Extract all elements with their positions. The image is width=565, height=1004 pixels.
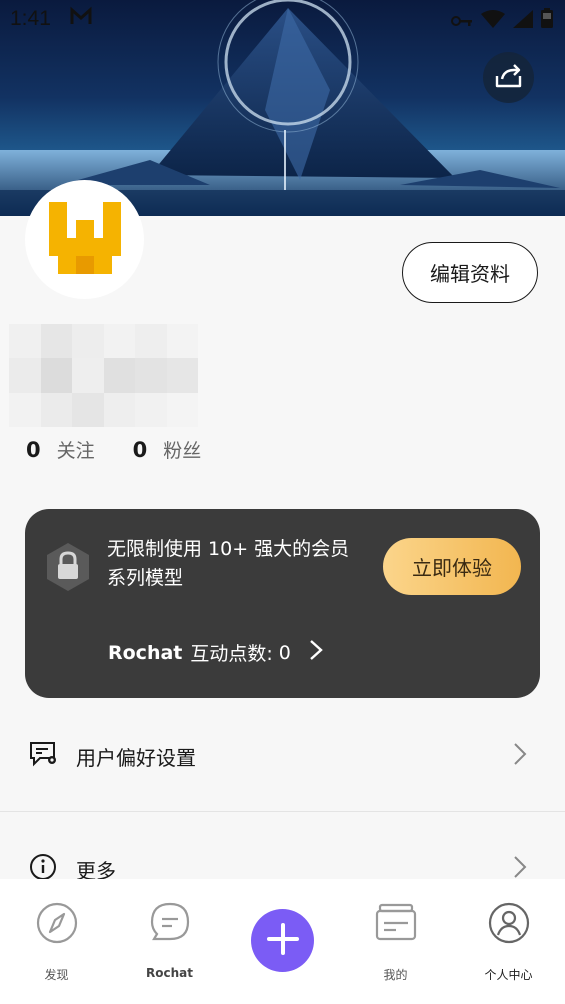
status-time: 1:41 (10, 7, 51, 30)
tab-discover[interactable]: 发现 (0, 879, 113, 1004)
tab-label: 个人中心 (484, 968, 533, 982)
gmail-icon (70, 6, 92, 33)
status-icons (451, 8, 553, 33)
points-label: 互动点数: (190, 643, 273, 665)
menu-label: 用户偏好设置 (76, 745, 196, 770)
interaction-points-row[interactable]: Rochat 互动点数: 0 (108, 639, 323, 666)
wifi-icon (481, 9, 505, 33)
vpn-key-icon (451, 9, 473, 33)
avatar[interactable] (25, 180, 144, 299)
tab-label: 我的 (383, 968, 408, 982)
app-logo-icon (48, 201, 121, 278)
signal-icon (513, 9, 533, 33)
following-label[interactable]: 关注 (57, 436, 95, 463)
tab-mine[interactable]: 我的 (339, 879, 452, 1004)
preferences-icon (28, 740, 60, 772)
share-button[interactable] (483, 52, 534, 103)
status-bar: 1:41 (0, 0, 565, 38)
tab-rochat[interactable]: Rochat (113, 879, 226, 1004)
followers-label[interactable]: 粉丝 (163, 436, 201, 463)
create-button[interactable] (251, 909, 314, 972)
username-blurred (9, 324, 198, 427)
tab-profile[interactable]: 个人中心 (452, 879, 565, 1004)
following-count[interactable]: 0 (26, 438, 41, 462)
cards-icon (374, 901, 418, 949)
chevron-right-icon (513, 742, 527, 770)
try-now-button[interactable]: 立即体验 (383, 538, 521, 595)
edit-profile-button[interactable]: 编辑资料 (402, 242, 538, 303)
chat-icon (148, 901, 192, 949)
tab-label: Rochat (146, 966, 193, 980)
points-value: 0 (278, 641, 291, 664)
menu-divider (0, 811, 565, 812)
profile-icon (487, 901, 531, 949)
compass-icon (35, 901, 79, 949)
tab-label: 发现 (44, 968, 69, 982)
membership-promo-card[interactable]: 无限制使用 10+ 强大的会员系列模型 立即体验 Rochat 互动点数: 0 (25, 509, 540, 698)
points-brand: Rochat (108, 641, 183, 664)
menu-item-preferences[interactable]: 用户偏好设置 (0, 711, 565, 801)
profile-stats: 0 关注 0 粉丝 (26, 436, 201, 463)
promo-description: 无限制使用 10+ 强大的会员系列模型 (107, 538, 350, 589)
battery-icon (541, 8, 553, 33)
plus-icon (266, 922, 300, 960)
chevron-right-icon (309, 639, 323, 666)
share-icon (494, 62, 524, 94)
followers-count[interactable]: 0 (133, 438, 148, 462)
lock-icon (45, 542, 91, 596)
